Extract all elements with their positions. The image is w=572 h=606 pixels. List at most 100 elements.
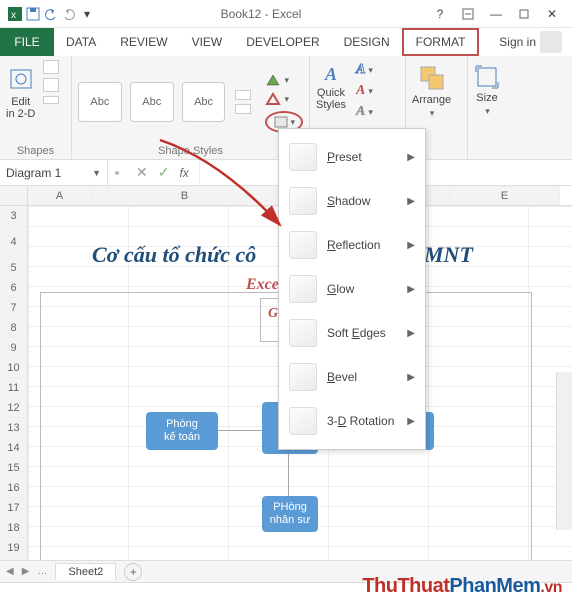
enter-formula-icon[interactable]: ✓ [158, 164, 170, 181]
vertical-scrollbar[interactable] [556, 372, 572, 530]
submenu-arrow-icon: ▶ [407, 284, 415, 295]
submenu-arrow-icon: ▶ [407, 240, 415, 251]
name-box-dropdown-icon[interactable]: ▼ [92, 168, 101, 178]
row-header[interactable]: 7 [0, 298, 28, 318]
menu-item-3drotation[interactable]: 3-D Rotation▶ [283, 399, 421, 443]
row-header[interactable]: 15 [0, 458, 28, 478]
menu-label: Reflection [327, 238, 407, 252]
text-fill-button[interactable]: A▾ [356, 62, 373, 78]
row-header[interactable]: 11 [0, 378, 28, 398]
row-header[interactable]: 4 [0, 226, 28, 258]
rotation-icon [289, 407, 317, 435]
excel-icon: x [6, 7, 24, 21]
row-header[interactable]: 9 [0, 338, 28, 358]
row-header[interactable]: 12 [0, 398, 28, 418]
text-outline-button[interactable]: A▾ [356, 83, 373, 99]
maximize-icon[interactable] [510, 9, 538, 19]
size-label: Size [476, 92, 497, 104]
org-box[interactable]: Phòng kế toán [146, 412, 218, 450]
column-header[interactable]: E [450, 186, 560, 205]
row-header[interactable]: 13 [0, 418, 28, 438]
arrange-button[interactable]: Arrange▾ [412, 60, 451, 119]
sign-in-link[interactable]: Sign in [489, 28, 572, 56]
edit-2d-label: Edit in 2-D [6, 96, 35, 120]
submenu-arrow-icon: ▶ [407, 328, 415, 339]
row-header[interactable]: 17 [0, 498, 28, 518]
menu-item-shadow[interactable]: Shadow▶ [283, 179, 421, 223]
text-effects-button[interactable]: A▾ [356, 104, 373, 120]
size-button[interactable]: Size▾ [474, 60, 500, 117]
shape-styles-group-label: Shape Styles [78, 144, 303, 157]
undo-icon[interactable] [42, 7, 60, 21]
menu-item-preset[interactable]: Preset▶ [283, 135, 421, 179]
add-sheet-button[interactable]: + [124, 563, 142, 581]
tab-format[interactable]: FORMAT [402, 28, 480, 56]
row-header[interactable]: 5 [0, 258, 28, 278]
quick-styles-button[interactable]: A Quick Styles [316, 60, 346, 111]
title-bar: x ▾ Book12 - Excel ? ― ✕ [0, 0, 572, 28]
shape-outline-button[interactable]: ▾ [265, 92, 303, 106]
cancel-formula-icon[interactable]: ✕ [136, 164, 148, 181]
shape-style-preset-2[interactable]: Abc [130, 82, 174, 122]
save-icon[interactable] [24, 7, 42, 21]
arrange-icon [418, 64, 446, 92]
shape-style-preset-3[interactable]: Abc [182, 82, 226, 122]
redo-icon[interactable] [60, 7, 78, 21]
tab-developer[interactable]: DEVELOPER [234, 28, 331, 56]
shapes-group-label: Shapes [6, 144, 65, 157]
row-header[interactable]: 18 [0, 518, 28, 538]
shape-style-preset-1[interactable]: Abc [78, 82, 122, 122]
row-header[interactable]: 8 [0, 318, 28, 338]
select-all-corner[interactable] [0, 186, 28, 205]
row-headers: 3 4 5 6 7 8 9 10 11 12 13 14 15 16 17 18… [0, 206, 28, 576]
row-header[interactable]: 19 [0, 538, 28, 558]
user-icon [540, 31, 562, 53]
tab-design[interactable]: DESIGN [332, 28, 402, 56]
menu-label: Glow [327, 282, 407, 296]
ribbon-group-shape-styles: Abc Abc Abc ▾ ▾ ▾ Shape Styles [72, 56, 310, 159]
column-header[interactable]: B [92, 186, 278, 205]
submenu-arrow-icon: ▶ [407, 152, 415, 163]
row-header[interactable]: 6 [0, 278, 28, 298]
menu-item-softedges[interactable]: Soft Edges▶ [283, 311, 421, 355]
shape-fill-button[interactable]: ▾ [265, 73, 303, 87]
shape-slot[interactable] [43, 60, 59, 104]
row-header[interactable]: 3 [0, 206, 28, 226]
connector-line [218, 430, 262, 431]
tab-data[interactable]: DATA [54, 28, 108, 56]
expand-namebox-icon[interactable] [108, 160, 126, 186]
watermark: ThuThuatPhanMem.vn [362, 575, 562, 598]
help-icon[interactable]: ? [426, 7, 454, 21]
sheet-nav-more[interactable]: … [37, 566, 47, 577]
shape-effects-menu: Preset▶ Shadow▶ Reflection▶ Glow▶ Soft E… [278, 128, 426, 450]
menu-label: 3-D Rotation [327, 414, 407, 428]
shape-style-more[interactable] [235, 90, 251, 114]
tab-review[interactable]: REVIEW [108, 28, 179, 56]
sheet-nav-prev-icon[interactable]: ◀ [6, 566, 14, 577]
name-box[interactable]: Diagram 1▼ [0, 160, 108, 185]
sheet-tab[interactable]: Sheet2 [55, 563, 116, 580]
column-header[interactable]: A [28, 186, 92, 205]
shadow-icon [289, 187, 317, 215]
submenu-arrow-icon: ▶ [407, 196, 415, 207]
fx-label[interactable]: fx [179, 166, 188, 180]
tab-view[interactable]: VIEW [180, 28, 235, 56]
menu-item-bevel[interactable]: Bevel▶ [283, 355, 421, 399]
ribbon-options-icon[interactable] [454, 8, 482, 20]
wordart-a-icon: A [325, 64, 337, 85]
close-icon[interactable]: ✕ [538, 7, 566, 21]
menu-item-reflection[interactable]: Reflection▶ [283, 223, 421, 267]
minimize-icon[interactable]: ― [482, 7, 510, 21]
row-header[interactable]: 16 [0, 478, 28, 498]
row-header[interactable]: 10 [0, 358, 28, 378]
menu-item-glow[interactable]: Glow▶ [283, 267, 421, 311]
row-header[interactable]: 14 [0, 438, 28, 458]
org-box[interactable]: PHòng nhân sư [262, 496, 318, 532]
sheet-nav-next-icon[interactable]: ▶ [22, 566, 30, 577]
submenu-arrow-icon: ▶ [407, 372, 415, 383]
preset-icon [289, 143, 317, 171]
ribbon-group-size: Size▾ [468, 56, 522, 159]
qat-more-icon[interactable]: ▾ [78, 7, 96, 21]
edit-in-2d-button[interactable]: Edit in 2-D [6, 60, 35, 120]
file-tab[interactable]: FILE [0, 28, 54, 56]
